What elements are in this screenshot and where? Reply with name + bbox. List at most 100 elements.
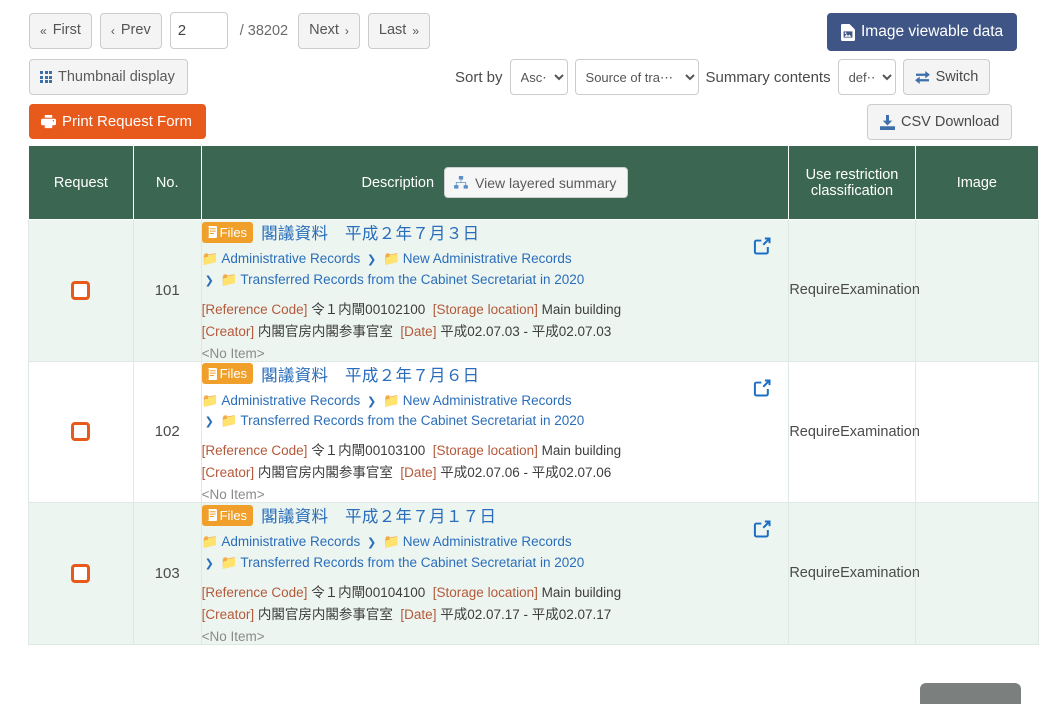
metadata-line-creator: [Creator] 内閣官房内閣参事官室 [Date] 平成02.07.06 -… <box>202 462 789 484</box>
breadcrumb-item[interactable]: 📁 Administrative Records <box>202 251 361 266</box>
view-layered-summary-button[interactable]: View layered summary <box>444 167 629 198</box>
date-key: [Date] <box>400 323 437 339</box>
column-header-no: No. <box>132 145 202 220</box>
record-search-results-page: « First ‹ Prev / 38202 Next › Last » Thu… <box>0 0 1039 704</box>
files-badge: Files <box>201 504 254 526</box>
creator-value: 内閣官房内閣参事官室 <box>257 606 393 622</box>
reference-code-key: [Reference Code] <box>201 584 308 600</box>
breadcrumb-item[interactable]: 📁 Transferred Records from the Cabinet Se… <box>221 555 585 570</box>
request-checkbox[interactable] <box>71 422 91 442</box>
thumbnail-display-label: Thumbnail display <box>58 68 175 85</box>
request-checkbox[interactable] <box>71 280 91 300</box>
breadcrumb-item[interactable]: 📁 Transferred Records from the Cabinet Se… <box>221 413 585 428</box>
use-restriction-cell: RequireExamination <box>788 502 920 645</box>
metadata-line-creator: [Creator] 内閣官房内閣参事官室 [Date] 平成02.07.03 -… <box>202 321 789 343</box>
breadcrumb-item-label: Transferred Records from the Cabinet Sec… <box>240 555 585 571</box>
folder-open-icon: 📁 <box>382 251 400 266</box>
breadcrumb-item[interactable]: 📁 New Administrative Records <box>383 534 572 549</box>
file-image-icon <box>841 23 855 41</box>
sort-field-select[interactable]: Source of tra⋯ <box>574 59 699 95</box>
document-title-link[interactable]: 閣議資料 平成２年７月６日 <box>261 362 479 386</box>
date-value: 平成02.07.06 - 平成02.07.06 <box>440 465 612 481</box>
next-page-button[interactable]: Next › <box>298 12 360 49</box>
no-item-label: <No Item> <box>201 345 265 361</box>
image-cell <box>914 502 1039 645</box>
table-header-row: Request No. Description View layered sum… <box>28 145 1039 220</box>
document-title-link[interactable]: 閣議資料 平成２年７月１７日 <box>261 503 496 527</box>
prev-page-label: Prev <box>120 22 151 39</box>
sort-and-summary-controls: Sort by Asc⋯ Source of tra⋯ Summary cont… <box>455 59 991 95</box>
breadcrumb-separator-icon: ❯ <box>366 254 377 266</box>
breadcrumb-item-label: New Administrative Records <box>402 251 572 266</box>
total-pages-label: / 38202 <box>239 22 289 39</box>
first-page-label: First <box>52 22 81 39</box>
column-header-image: Image <box>914 145 1039 220</box>
book-icon <box>205 367 217 380</box>
document-title-link[interactable]: 閣議資料 平成２年７月３日 <box>261 220 479 244</box>
prev-page-button[interactable]: ‹ Prev <box>99 12 162 49</box>
storage-location-key: [Storage location] <box>432 584 538 600</box>
files-badge-label: Files <box>219 224 248 240</box>
table-row: 103 Files 閣議資料 平成２年７月１７日 📁 Administrativ… <box>28 502 1039 645</box>
csv-download-button[interactable]: CSV Download <box>867 104 1013 140</box>
creator-key: [Creator] <box>201 606 255 622</box>
external-link-icon[interactable] <box>753 236 772 255</box>
floating-action-pill[interactable] <box>920 683 1021 704</box>
storage-location-key: [Storage location] <box>432 443 538 459</box>
print-request-form-button[interactable]: Print Request Form <box>29 104 207 139</box>
creator-value: 内閣官房内閣参事官室 <box>257 465 393 481</box>
breadcrumb-separator-icon: ❯ <box>204 558 214 571</box>
request-checkbox[interactable] <box>71 563 91 583</box>
creator-key: [Creator] <box>201 323 255 339</box>
date-value: 平成02.07.03 - 平成02.07.03 <box>440 323 612 339</box>
breadcrumb-item[interactable]: 📁 Transferred Records from the Cabinet Se… <box>221 272 585 287</box>
breadcrumb-item-label: Transferred Records from the Cabinet Sec… <box>240 271 585 287</box>
breadcrumb-item-label: Administrative Records <box>221 392 361 408</box>
reference-code-key: [Reference Code] <box>201 443 308 459</box>
storage-location-value: Main building <box>541 443 622 459</box>
record-metadata: [Reference Code] 令１内閘00103100 [Storage l… <box>202 440 789 484</box>
book-icon <box>205 226 217 238</box>
breadcrumb-item[interactable]: 📁 New Administrative Records <box>383 393 572 408</box>
sort-order-select[interactable]: Asc⋯ <box>509 59 568 95</box>
image-viewable-data-button[interactable]: Image viewable data <box>827 13 1018 51</box>
creator-value: 内閣官房内閣参事官室 <box>257 323 393 339</box>
first-page-button[interactable]: « First <box>29 12 92 49</box>
reference-code-value: 令１内閘00104100 <box>311 584 426 600</box>
record-metadata: [Reference Code] 令１内閘00102100 [Storage l… <box>202 299 789 343</box>
page-number-input[interactable] <box>169 12 228 49</box>
image-cell <box>914 219 1039 362</box>
files-badge-label: Files <box>219 507 248 523</box>
external-link-icon[interactable] <box>753 519 772 538</box>
breadcrumb-item-label: Administrative Records <box>221 251 361 266</box>
breadcrumb-item[interactable]: 📁 Administrative Records <box>202 393 361 408</box>
metadata-line-reference: [Reference Code] 令１内閘00104100 [Storage l… <box>202 582 789 604</box>
folder-open-icon: 📁 <box>220 271 238 287</box>
creator-key: [Creator] <box>201 465 255 481</box>
metadata-line-creator: [Creator] 内閣官房内閣参事官室 [Date] 平成02.07.17 -… <box>202 604 789 626</box>
last-page-button[interactable]: Last » <box>367 12 431 49</box>
files-badge-label: Files <box>219 366 248 382</box>
record-metadata: [Reference Code] 令１内閘00104100 [Storage l… <box>202 582 789 626</box>
folder-open-icon: 📁 <box>382 534 400 550</box>
switch-label: Switch <box>935 68 979 85</box>
request-cell <box>28 219 134 362</box>
switch-button[interactable]: Switch <box>902 59 991 95</box>
image-viewable-data-label: Image viewable data <box>861 23 1004 41</box>
request-cell <box>28 502 134 645</box>
exchange-arrows-icon <box>914 70 930 84</box>
folder-open-icon: 📁 <box>220 413 238 429</box>
summary-contents-select[interactable]: def⋯ <box>837 59 896 95</box>
printer-icon <box>41 114 56 129</box>
row-number-cell: 103 <box>132 502 202 645</box>
breadcrumb-item[interactable]: 📁 New Administrative Records <box>383 251 572 266</box>
view-layered-summary-label: View layered summary <box>475 174 617 191</box>
external-link-icon[interactable] <box>753 378 772 397</box>
breadcrumb-item-label: New Administrative Records <box>402 534 572 550</box>
results-table-body: 101 Files 閣議資料 平成２年７月３日 📁 Administrative… <box>28 219 1039 645</box>
reference-code-key: [Reference Code] <box>201 301 308 317</box>
results-table: Request No. Description View layered sum… <box>28 145 1039 645</box>
breadcrumb-item[interactable]: 📁 Administrative Records <box>202 534 361 549</box>
no-item-label: <No Item> <box>201 628 265 644</box>
thumbnail-display-button[interactable]: Thumbnail display <box>29 59 188 95</box>
